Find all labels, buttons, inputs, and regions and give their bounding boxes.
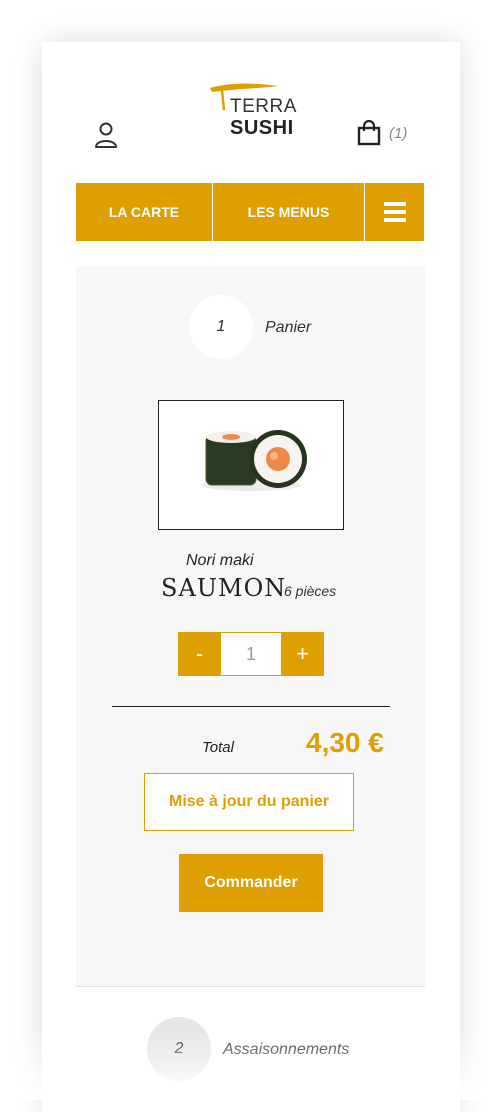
hamburger-menu-button[interactable] bbox=[365, 183, 424, 241]
hamburger-menu-icon bbox=[383, 202, 406, 222]
product-name: SAUMON bbox=[161, 574, 287, 602]
product-category: Nori maki bbox=[186, 552, 254, 569]
shopping-bag-icon[interactable] bbox=[357, 120, 381, 146]
cart-count[interactable]: (1) bbox=[389, 125, 407, 142]
logo-text-sushi: SUSHI bbox=[230, 117, 294, 139]
quantity-stepper: - 1 + bbox=[178, 632, 324, 676]
total-value: 4,30 € bbox=[306, 727, 384, 758]
panel-bottom-border bbox=[76, 986, 425, 987]
total-label: Total bbox=[202, 739, 234, 756]
total-divider bbox=[112, 706, 390, 707]
user-icon[interactable] bbox=[94, 121, 118, 149]
decrement-button[interactable]: - bbox=[178, 632, 221, 676]
increment-button[interactable]: + bbox=[281, 632, 324, 676]
step-2-circle: 2 bbox=[147, 1017, 211, 1081]
logo-text-terra: TERRA bbox=[230, 96, 297, 117]
quantity-input[interactable]: 1 bbox=[221, 632, 281, 676]
step-2-label: Assaisonnements bbox=[223, 1041, 350, 1058]
logo[interactable]: TERRA SUSHI bbox=[208, 80, 308, 142]
nav-item-la-carte[interactable]: LA CARTE bbox=[76, 183, 212, 241]
step-1-label: Panier bbox=[265, 319, 312, 336]
nav-item-les-menus[interactable]: LES MENUS bbox=[213, 183, 364, 241]
product-image bbox=[158, 400, 344, 530]
main-nav: LA CARTE LES MENUS bbox=[76, 183, 424, 241]
update-cart-button[interactable]: Mise à jour du panier bbox=[144, 773, 354, 831]
step-1-circle: 1 bbox=[189, 295, 253, 359]
maki-roll-illustration bbox=[201, 430, 307, 491]
order-button[interactable]: Commander bbox=[179, 854, 323, 912]
product-pieces: 6 pièces bbox=[284, 583, 337, 599]
